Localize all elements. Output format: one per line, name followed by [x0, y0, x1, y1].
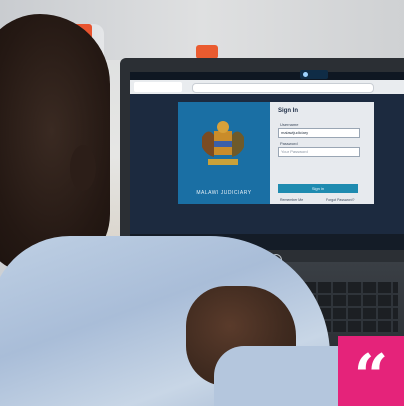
- laptop-screen: MALAWI JUDICIARY Sign In Username malawi…: [130, 72, 404, 250]
- person-ear: [70, 145, 96, 191]
- brand-text: MALAWI JUDICIARY: [196, 190, 252, 196]
- password-label: Password: [280, 141, 298, 146]
- remember-me-checkbox[interactable]: Remember Me: [280, 198, 303, 202]
- person-head: [0, 14, 110, 274]
- quote-icon: “: [353, 342, 389, 406]
- signin-button[interactable]: Sign in: [278, 184, 358, 193]
- browser-tab[interactable]: [134, 82, 182, 92]
- url-bar[interactable]: [192, 83, 374, 93]
- signin-title: Sign In: [278, 108, 298, 114]
- bottle-cap-2: [196, 45, 218, 59]
- password-placeholder: Your Password: [281, 149, 308, 154]
- browser-bar: [130, 80, 404, 94]
- username-value: malawijudiciary: [281, 130, 309, 135]
- forgot-password-link[interactable]: Forgot Password?: [326, 198, 354, 202]
- photo: MALAWI JUDICIARY Sign In Username malawi…: [0, 0, 404, 406]
- person-sleeve: [214, 346, 354, 406]
- coat-of-arms-icon: [202, 121, 244, 165]
- webcam-indicator: [300, 70, 328, 79]
- username-label: Username: [280, 122, 299, 127]
- webcam-icon: [303, 72, 308, 77]
